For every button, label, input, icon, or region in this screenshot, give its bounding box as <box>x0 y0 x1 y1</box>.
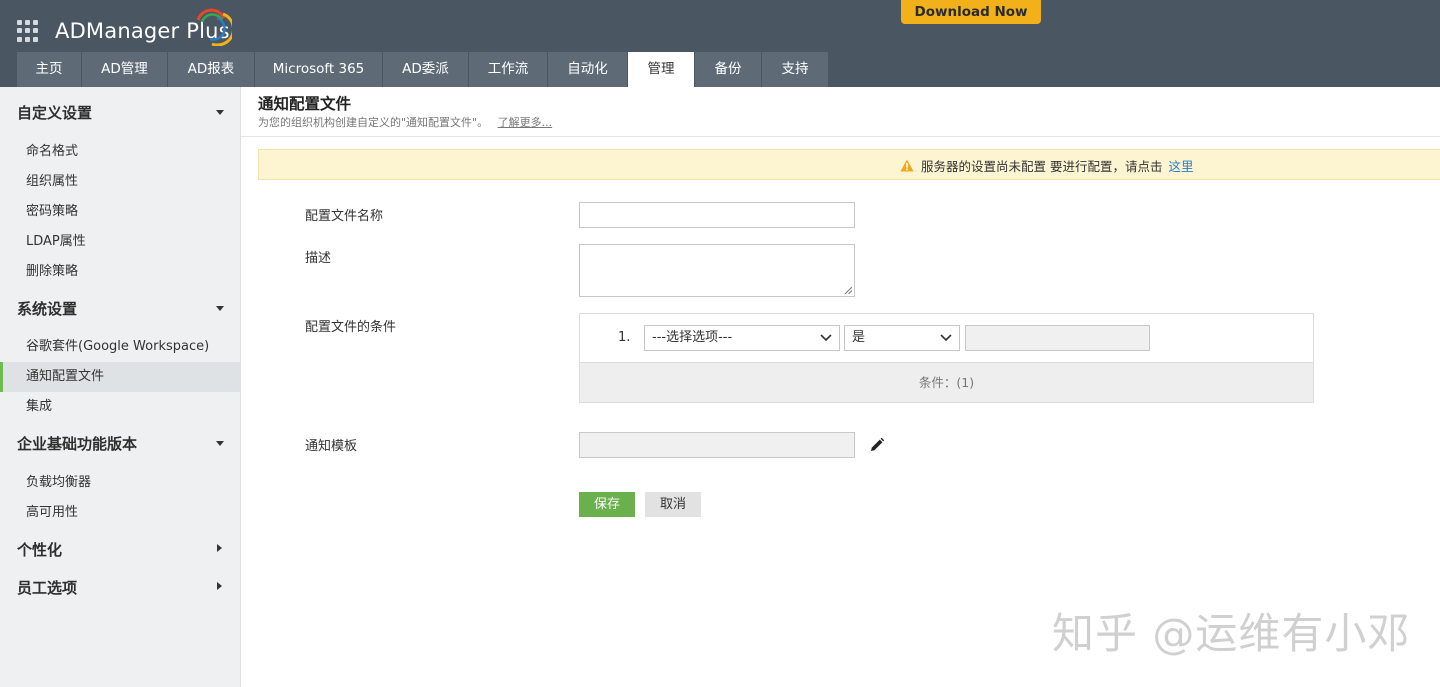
tab-support[interactable]: 支持 <box>762 52 828 87</box>
save-button[interactable]: 保存 <box>579 492 635 517</box>
sidebar-section-enterprise-edition[interactable]: 企业基础功能版本 <box>0 428 240 458</box>
tab-backup[interactable]: 备份 <box>695 52 761 87</box>
pencil-edit-icon[interactable] <box>869 437 885 453</box>
config-warning-banner: 服务器的设置尚未配置 要进行配置，请点击 这里 <box>258 149 1440 180</box>
resize-grip-icon[interactable] <box>844 286 852 294</box>
tab-ad-delegation[interactable]: AD委派 <box>383 52 468 87</box>
sidebar-item-ldap-attributes[interactable]: LDAP属性 <box>0 227 240 257</box>
notification-template-input[interactable] <box>579 432 855 458</box>
sidebar-section-title: 系统设置 <box>17 300 78 318</box>
sidebar-item-google-workspace[interactable]: 谷歌套件(Google Workspace) <box>0 332 240 362</box>
caret-right-icon <box>217 582 222 590</box>
condition-option-select[interactable]: ---选择选项--- <box>644 325 840 351</box>
page-subtitle: 为您的组织机构创建自定义的"通知配置文件"。 了解更多... <box>258 114 552 130</box>
condition-option-value: ---选择选项--- <box>652 330 733 345</box>
app-grid-icon[interactable] <box>17 20 39 42</box>
sidebar-item-org-attributes[interactable]: 组织属性 <box>0 167 240 197</box>
caret-down-icon <box>216 110 224 115</box>
sidebar-item-load-balancer[interactable]: 负载均衡器 <box>0 468 240 498</box>
tab-microsoft-365[interactable]: Microsoft 365 <box>255 52 382 87</box>
description-label: 描述 <box>305 251 332 266</box>
download-now-button[interactable]: Download Now <box>901 0 1041 24</box>
tab-ad-management[interactable]: AD管理 <box>82 52 167 87</box>
sidebar-item-integration[interactable]: 集成 <box>0 392 240 422</box>
logo-arc-icon <box>196 8 232 46</box>
tab-home[interactable]: 主页 <box>17 52 81 87</box>
notification-template-label: 通知模板 <box>305 439 358 454</box>
configure-here-link[interactable]: 这里 <box>1168 156 1193 175</box>
sidebar-section-custom-settings[interactable]: 自定义设置 <box>0 97 240 127</box>
chevron-down-icon <box>940 334 952 342</box>
sidebar-section-personalize[interactable]: 个性化 <box>0 534 240 564</box>
condition-operator-select[interactable]: 是 <box>844 325 960 351</box>
sidebar-section-title: 自定义设置 <box>17 104 93 122</box>
sidebar-section-title: 企业基础功能版本 <box>17 435 138 453</box>
tab-workflow[interactable]: 工作流 <box>469 52 547 87</box>
conditions-count: 条件：(1) <box>580 362 1313 402</box>
warning-text: 服务器的设置尚未配置 要进行配置，请点击 <box>921 159 1163 174</box>
sidebar-section-title: 员工选项 <box>17 579 78 597</box>
tab-admin[interactable]: 管理 <box>628 52 694 87</box>
conditions-label: 配置文件的条件 <box>305 320 397 335</box>
sidebar-item-naming-format[interactable]: 命名格式 <box>0 137 240 167</box>
page-subtitle-text: 为您的组织机构创建自定义的"通知配置文件"。 <box>258 116 489 129</box>
product-logo[interactable]: ADManager Plus <box>55 8 232 46</box>
caret-down-icon <box>216 441 224 446</box>
caret-down-icon <box>216 306 224 311</box>
sidebar-item-delete-policy[interactable]: 删除策略 <box>0 257 240 287</box>
warning-icon <box>900 159 914 172</box>
sidebar-item-notification-profiles[interactable]: 通知配置文件 <box>0 362 240 392</box>
condition-operator-value: 是 <box>852 330 866 345</box>
sidebar-item-high-availability[interactable]: 高可用性 <box>0 498 240 528</box>
learn-more-link[interactable]: 了解更多... <box>498 116 553 129</box>
tab-automation[interactable]: 自动化 <box>548 52 627 87</box>
condition-index: 1. <box>618 330 631 345</box>
sidebar: 自定义设置 命名格式 组织属性 密码策略 LDAP属性 删除策略 系统设置 谷歌… <box>0 87 241 687</box>
conditions-box: 1. ---选择选项--- 是 条件：(1) <box>579 313 1314 403</box>
cancel-button[interactable]: 取消 <box>645 492 701 517</box>
divider <box>241 136 1440 137</box>
main-nav-tabs: 主页 AD管理 AD报表 Microsoft 365 AD委派 工作流 自动化 … <box>17 52 829 87</box>
chevron-down-icon <box>820 334 832 342</box>
condition-value-input[interactable] <box>965 325 1150 351</box>
sidebar-section-employee-options[interactable]: 员工选项 <box>0 572 240 602</box>
sidebar-section-system-settings[interactable]: 系统设置 <box>0 293 240 323</box>
caret-right-icon <box>217 544 222 552</box>
profile-name-input[interactable] <box>579 202 855 228</box>
sidebar-item-password-policy[interactable]: 密码策略 <box>0 197 240 227</box>
page-title: 通知配置文件 <box>258 95 352 113</box>
top-header: ADManager Plus Download Now 主页 AD管理 AD报表… <box>0 0 1440 87</box>
profile-name-label: 配置文件名称 <box>305 209 384 224</box>
watermark: 知乎 @运维有小邓 <box>1052 609 1411 658</box>
description-textarea[interactable] <box>579 244 855 297</box>
sidebar-section-title: 个性化 <box>17 541 63 559</box>
tab-ad-reports[interactable]: AD报表 <box>168 52 254 87</box>
